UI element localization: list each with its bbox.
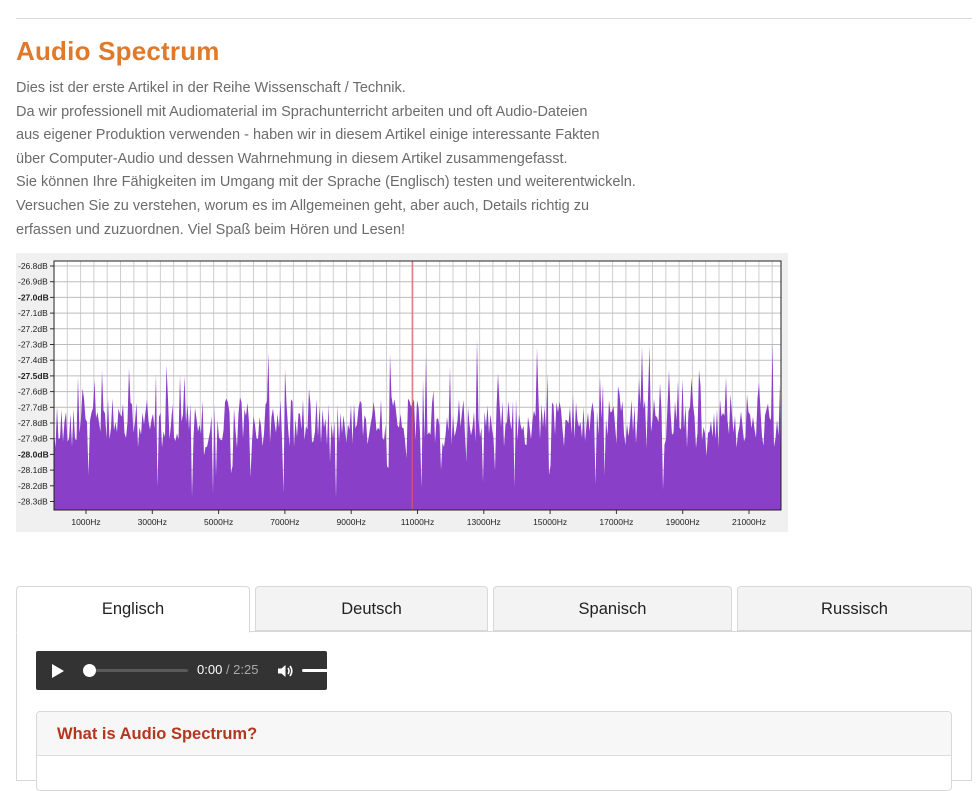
x-tick-label: 5000Hz — [204, 517, 233, 527]
y-tick-label: -27.5dB — [18, 371, 49, 381]
x-tick-label: 3000Hz — [138, 517, 167, 527]
y-tick-label: -26.9dB — [18, 277, 48, 287]
x-tick-label: 15000Hz — [533, 517, 567, 527]
seek-bar[interactable] — [88, 669, 188, 672]
x-tick-label: 17000Hz — [599, 517, 633, 527]
tab-englisch[interactable]: Englisch — [16, 586, 250, 633]
intro-line: Dies ist der erste Artikel in der Reihe … — [16, 80, 406, 96]
audio-player: 0:00 / 2:25 — [36, 651, 348, 690]
x-tick-label: 7000Hz — [270, 517, 299, 527]
x-tick-label: 13000Hz — [467, 517, 501, 527]
y-tick-label: -28.0dB — [18, 449, 49, 459]
intro-line: Sie können Ihre Fähigkeiten im Umgang mi… — [16, 174, 636, 191]
y-tick-label: -27.6dB — [18, 387, 48, 397]
current-time: 0:00 — [197, 662, 223, 677]
x-tick-label: 19000Hz — [666, 517, 700, 527]
tab-deutsch[interactable]: Deutsch — [255, 586, 488, 631]
seek-handle[interactable] — [83, 664, 96, 677]
volume-icon[interactable] — [276, 662, 294, 680]
y-tick-label: -27.8dB — [18, 418, 48, 428]
y-tick-label: -26.8dB — [18, 261, 48, 271]
y-tick-label: -27.4dB — [18, 355, 48, 365]
y-tick-label: -28.3dB — [18, 497, 48, 507]
y-tick-label: -27.9dB — [18, 434, 48, 444]
y-tick-label: -28.2dB — [18, 481, 48, 491]
y-tick-label: -27.3dB — [18, 340, 48, 350]
tab-panel-border — [250, 631, 972, 632]
y-tick-label: -27.1dB — [18, 308, 48, 318]
spectrum-graph: -26.8dB -26.9dB -27.0dB -27.1dB -27.2dB -27.3… — [18, 260, 782, 527]
top-divider — [16, 18, 972, 19]
volume-handle[interactable] — [335, 664, 348, 677]
intro-line: Versuchen Sie zu verstehen, worum es im … — [16, 197, 590, 214]
intro-line: aus eigener Produktion verwenden - haben… — [16, 127, 600, 144]
x-tick-label: 1000Hz — [71, 517, 100, 527]
card-title: What is Audio Spectrum? — [37, 712, 951, 756]
tab-russisch[interactable]: Russisch — [737, 586, 972, 631]
intro-line: erfassen und zuzuordnen. Viel Spaß beim … — [16, 221, 406, 238]
y-tick-label: -27.0dB — [18, 292, 49, 302]
article-intro: Dies ist der erste Artikel in der Reihe … — [16, 77, 716, 242]
y-tick-label: -27.2dB — [18, 324, 48, 334]
question-card: What is Audio Spectrum? — [36, 711, 952, 791]
language-tabs: Englisch Deutsch Spanisch Russisch — [16, 586, 972, 633]
tab-spanisch[interactable]: Spanisch — [493, 586, 732, 631]
x-tick-label: 21000Hz — [732, 517, 766, 527]
page-title: Audio Spectrum — [16, 36, 220, 66]
time-display: 0:00 / 2:25 — [197, 662, 258, 677]
audio-spectrum-image: -26.8dB -26.9dB -27.0dB -27.1dB -27.2dB -27.3… — [16, 253, 788, 532]
x-tick-label: 9000Hz — [337, 517, 366, 527]
duration: / 2:25 — [225, 662, 259, 677]
y-tick-label: -27.7dB — [18, 402, 48, 412]
intro-line: über Computer-Audio und dessen Wahrnehmu… — [16, 150, 568, 167]
intro-line: Da wir professionell mit Audiomaterial i… — [16, 103, 588, 120]
play-icon[interactable] — [52, 664, 64, 678]
x-tick-label: 11000Hz — [401, 517, 434, 527]
y-tick-label: -28.1dB — [18, 465, 48, 475]
